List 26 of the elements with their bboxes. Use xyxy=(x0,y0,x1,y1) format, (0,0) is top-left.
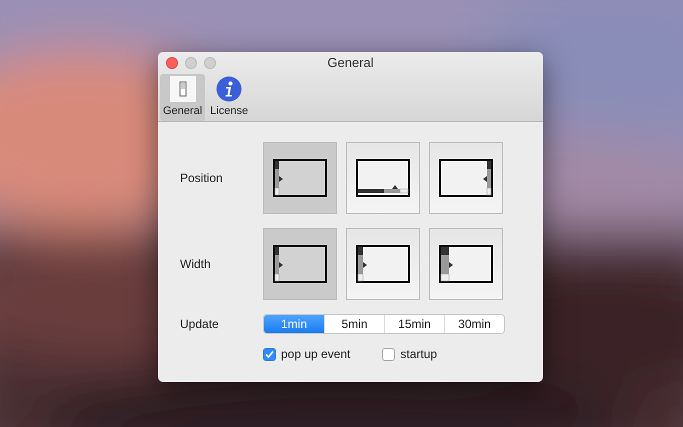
layout-option[interactable] xyxy=(429,142,503,214)
checkbox[interactable] xyxy=(263,348,276,360)
sidebar-layout-icon xyxy=(439,245,493,283)
toolbar-tab[interactable]: License xyxy=(207,74,252,121)
setting-label: Update xyxy=(180,317,220,331)
sidebar-layout-icon xyxy=(356,245,410,283)
checkbox-label: startup xyxy=(400,347,438,361)
layout-option[interactable] xyxy=(346,228,420,300)
checkbox-label: pop up event xyxy=(281,347,350,361)
bottom-bar-layout-icon xyxy=(356,159,410,197)
sidebar-layout-icon xyxy=(439,159,493,197)
layout-option[interactable] xyxy=(263,228,337,300)
layout-option[interactable] xyxy=(429,228,503,300)
sidebar-layout-icon xyxy=(273,245,327,283)
info-icon xyxy=(216,76,242,102)
window-title: General xyxy=(327,55,374,70)
close-button[interactable] xyxy=(166,57,178,69)
setting-label: Position xyxy=(180,171,224,185)
switch-icon xyxy=(170,76,196,102)
sidebar-layout-icon xyxy=(273,159,327,197)
checkbox[interactable] xyxy=(382,348,396,360)
layout-option[interactable] xyxy=(346,142,420,214)
toolbar-tab[interactable]: General xyxy=(160,74,206,121)
setting-label: Width xyxy=(180,257,212,271)
interval-segment[interactable]: 30min xyxy=(444,315,504,333)
layout-option[interactable] xyxy=(263,142,337,214)
